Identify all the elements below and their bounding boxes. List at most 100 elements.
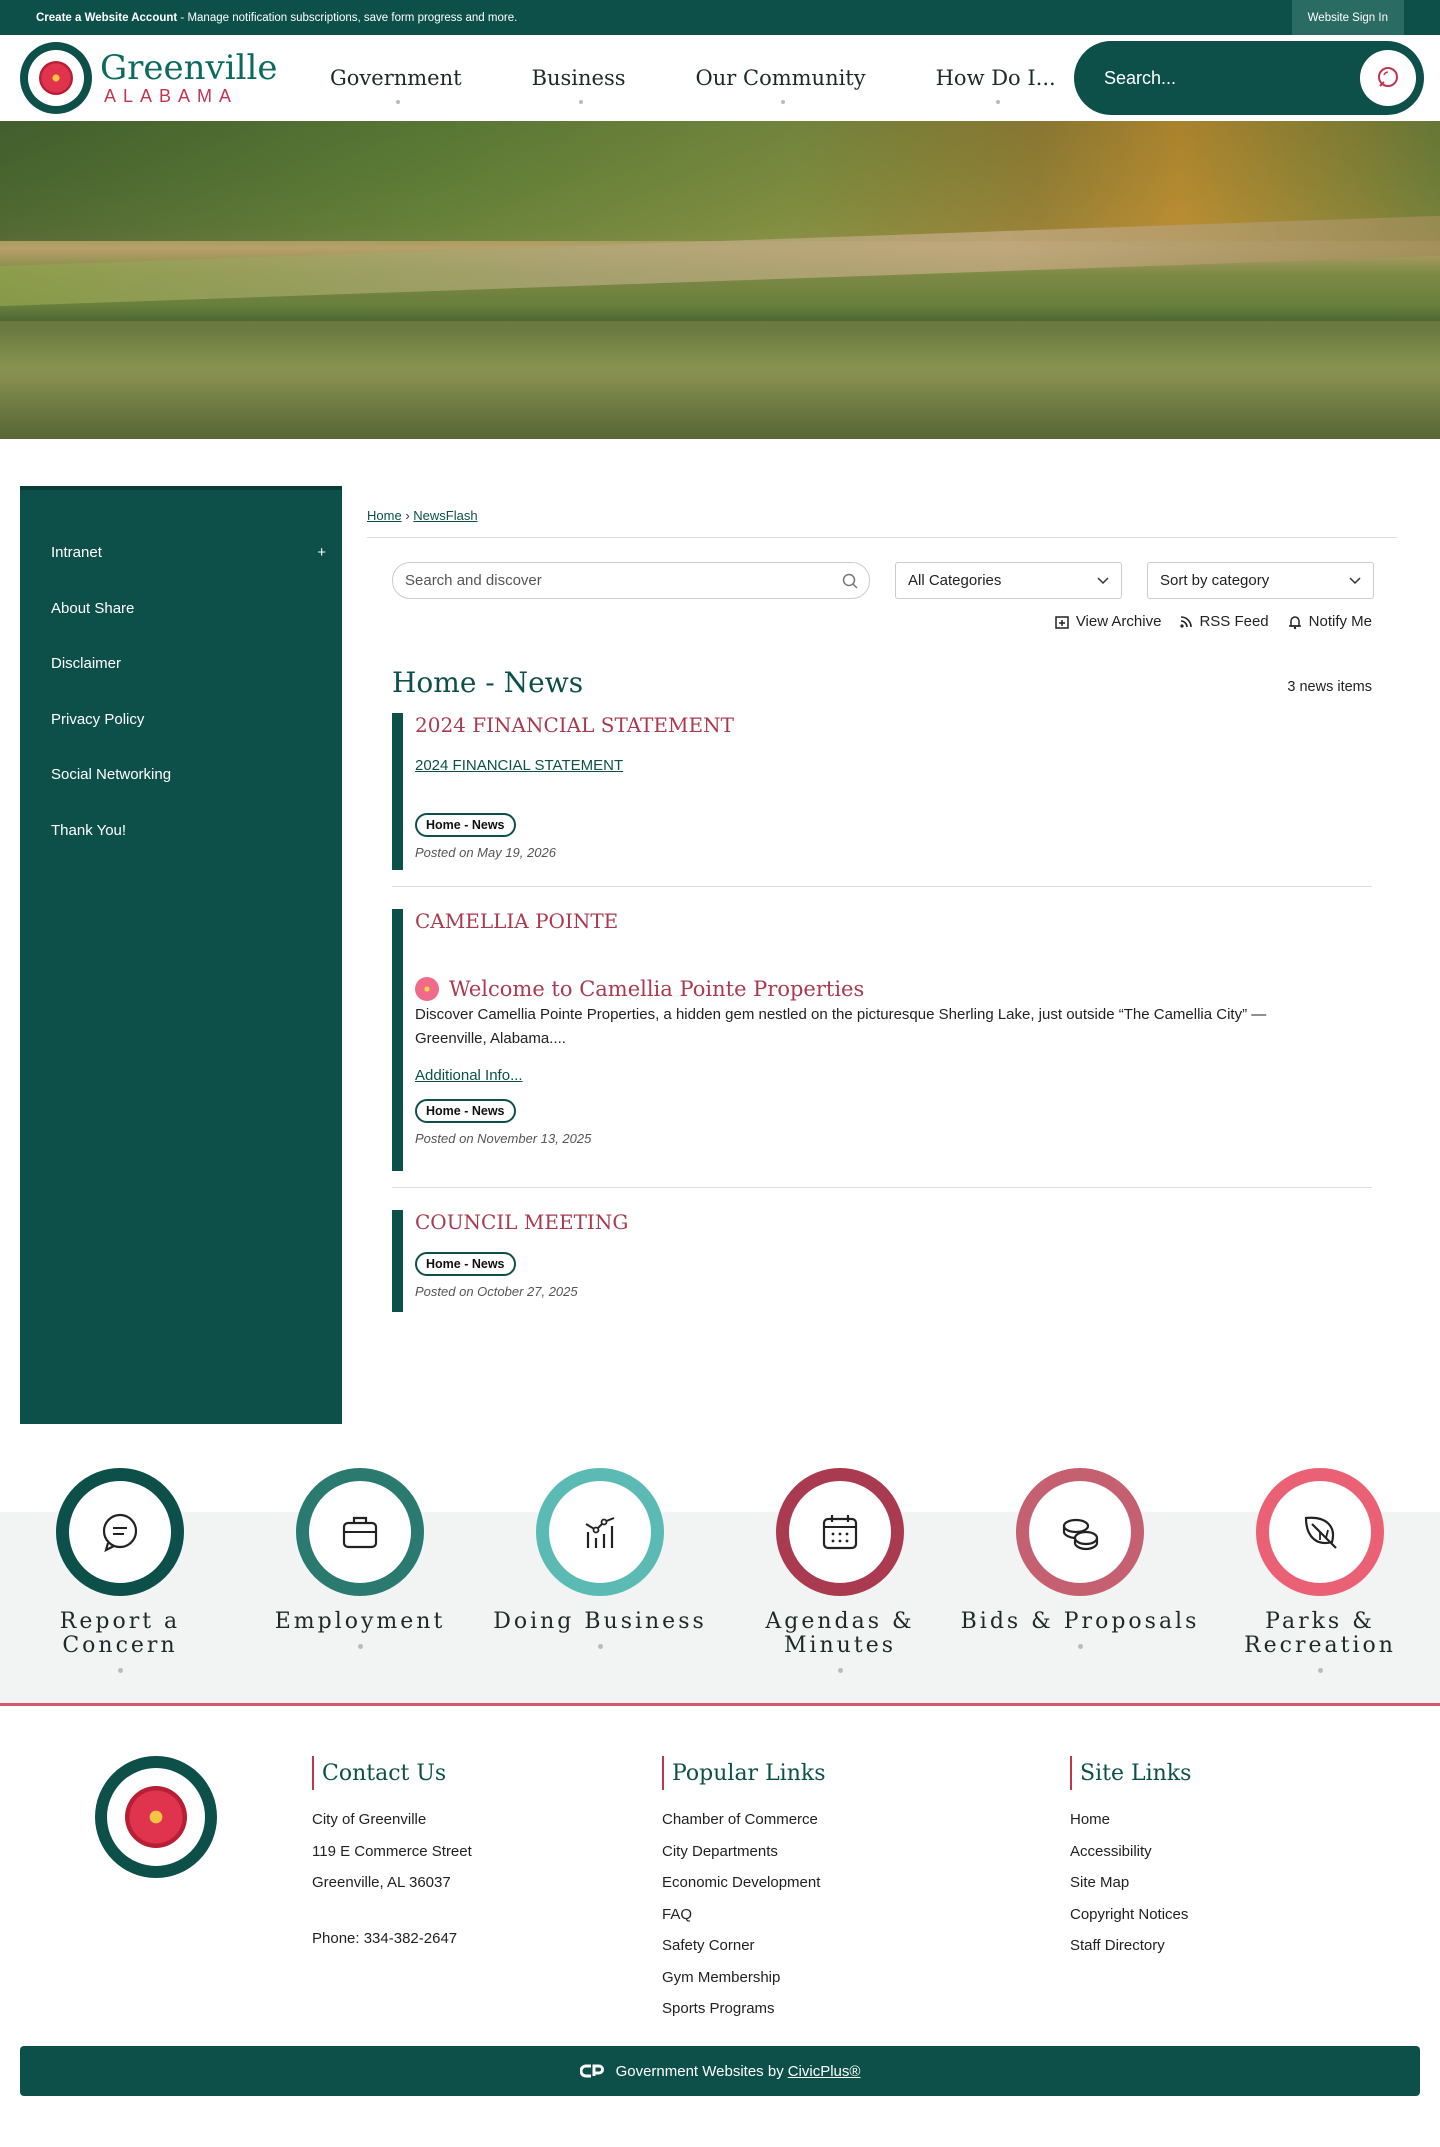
archive-icon [1055,615,1069,629]
rss-feed-button[interactable]: RSS Feed [1179,613,1269,630]
posted-date: Posted on November 13, 2025 [415,1131,592,1146]
create-account-link[interactable]: Create a Website Account [36,12,177,24]
flower-icon [415,977,439,1001]
quick-link-label: Agendas & Minutes [765,1609,915,1658]
news-count: 3 news items [1287,679,1372,695]
footer-popular-links: Popular Links Chamber of Commerce City D… [662,1756,1070,2046]
news-item-subtitle: Welcome to Camellia Pointe Properties [415,977,1372,1001]
notify-me-label: Notify Me [1308,613,1372,630]
search-icon[interactable] [841,572,859,590]
briefcase-icon [342,1516,378,1549]
expand-icon[interactable]: + [317,544,326,561]
news-item-title[interactable]: 2024 FINANCIAL STATEMENT [415,713,1372,737]
footer-link[interactable]: Economic Development [662,1873,1070,1905]
quick-link-doing-business[interactable]: Doing Business [480,1468,720,1673]
sidebar-item-label: Privacy Policy [51,710,145,728]
quick-links: Report a Concern Employment Doing Busines… [0,1424,1440,1704]
news-item-link[interactable]: 2024 FINANCIAL STATEMENT [415,757,623,774]
search-button[interactable] [1360,50,1416,106]
footer-link[interactable]: FAQ [662,1905,1070,1937]
calendar-icon [822,1515,858,1550]
contact-line: City of Greenville [312,1811,427,1828]
nav-how-do-i[interactable]: How Do I... [936,66,1056,104]
bottom-text: Government Websites by [615,2062,784,2080]
news-item-title[interactable]: CAMELLIA POINTE [415,909,1372,933]
quick-link-bids-proposals[interactable]: Bids & Proposals [960,1468,1200,1673]
main-nav: Government Business Our Community How Do… [330,66,1126,104]
category-tag[interactable]: Home - News [415,1099,516,1123]
category-tag[interactable]: Home - News [415,1252,516,1276]
sidebar-item-thank-you[interactable]: Thank You! [20,803,342,859]
footer-contact: Contact Us City of Greenville 119 E Comm… [312,1756,662,2046]
nav-business[interactable]: Business [532,66,626,104]
breadcrumb-newsflash[interactable]: NewsFlash [413,508,477,523]
city-seal-icon [20,42,92,114]
rss-icon [1180,615,1193,628]
site-search-input[interactable]: Search... [1104,68,1176,89]
breadcrumb-separator: › [405,508,410,523]
quick-link-employment[interactable]: Employment [240,1468,480,1673]
quick-link-parks-recreation[interactable]: Parks & Recreation [1200,1468,1440,1673]
news-item: COUNCIL MEETING Home - News Posted on Oc… [392,1210,1372,1312]
footer-link[interactable]: City Departments [662,1842,1070,1874]
sidebar-item-label: Thank You! [51,821,127,839]
quick-link-label: Bids & Proposals [960,1609,1200,1634]
footer-link[interactable]: Chamber of Commerce [662,1810,1070,1842]
quick-link-agendas-minutes[interactable]: Agendas & Minutes [720,1468,960,1673]
footer-link[interactable]: Staff Directory [1070,1936,1370,1968]
chat-icon [102,1513,138,1553]
news-header: Home - News 3 news items [392,666,1372,699]
sidebar-item-label: About Share [51,599,135,617]
additional-info-link[interactable]: Additional Info... [415,1067,523,1084]
footer-popular-title: Popular Links [662,1756,1070,1790]
view-archive-button[interactable]: View Archive [1054,613,1162,630]
footer-link[interactable]: Accessibility [1070,1842,1370,1874]
breadcrumb: Home › NewsFlash [367,508,1397,538]
footer-link[interactable]: Site Map [1070,1873,1370,1905]
footer-site-title: Site Links [1070,1756,1370,1790]
view-archive-label: View Archive [1075,613,1162,630]
sidebar-item-social-networking[interactable]: Social Networking [20,747,342,803]
footer-link[interactable]: Home [1070,1810,1370,1842]
footer-link[interactable]: Copyright Notices [1070,1905,1370,1937]
site-logo[interactable]: Greenville ALABAMA [20,42,290,114]
sidebar-item-privacy-policy[interactable]: Privacy Policy [20,692,342,748]
category-select-value: All Categories [908,572,1002,589]
news-item: 2024 FINANCIAL STATEMENT 2024 FINANCIAL … [392,713,1372,887]
site-search[interactable]: Search... [1074,41,1424,115]
filters: Search and discover All Categories Sort … [392,562,1420,599]
sort-select[interactable]: Sort by category [1147,562,1374,599]
logo-state: ALABAMA [104,85,239,106]
nav-our-community[interactable]: Our Community [696,66,866,104]
contact-line: Greenville, AL 36037 [312,1874,451,1891]
website-sign-in-button[interactable]: Website Sign In [1291,0,1404,35]
footer-link[interactable]: Sports Programs [662,1999,1070,2031]
sidebar-item-about-share[interactable]: About Share [20,581,342,637]
breadcrumb-home[interactable]: Home [367,508,402,523]
chevron-down-icon [1349,576,1361,584]
news-item-title[interactable]: COUNCIL MEETING [415,1210,1372,1234]
quick-link-label: Parks & Recreation [1244,1609,1396,1658]
quick-link-label: Employment [274,1609,446,1634]
news-search-input[interactable]: Search and discover [392,562,870,599]
hero-image [0,121,1440,439]
footer-link[interactable]: Gym Membership [662,1968,1070,2000]
sidebar-item-disclaimer[interactable]: Disclaimer [20,636,342,692]
contact-phone[interactable]: Phone: 334-382-2647 [312,1929,662,1961]
notify-me-button[interactable]: Notify Me [1287,613,1372,630]
footer-link[interactable]: Safety Corner [662,1936,1070,1968]
quick-link-report-concern[interactable]: Report a Concern [0,1468,240,1673]
category-tag[interactable]: Home - News [415,813,516,837]
footer-contact-title: Contact Us [312,1756,662,1790]
sidebar-item-intranet[interactable]: Intranet + [20,525,342,581]
city-seal-icon [95,1756,217,1878]
sidebar-item-label: Social Networking [51,766,172,784]
posted-date: Posted on May 19, 2026 [415,845,556,860]
footer: Contact Us City of Greenville 119 E Comm… [0,1706,1440,2046]
civicplus-link[interactable]: CivicPlus® [788,2063,861,2080]
content: Home › NewsFlash Search and discover All… [342,486,1420,1424]
posted-date: Posted on October 27, 2025 [415,1284,578,1299]
coins-icon [1062,1518,1099,1551]
category-select[interactable]: All Categories [895,562,1122,599]
nav-government[interactable]: Government [330,66,462,104]
